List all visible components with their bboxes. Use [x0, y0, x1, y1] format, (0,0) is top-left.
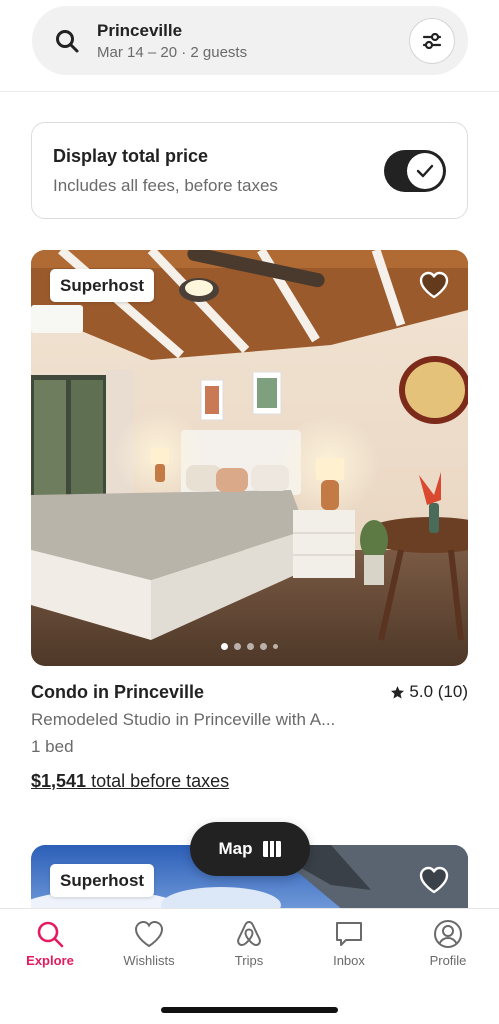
photo-pagination	[31, 643, 468, 650]
wishlist-heart-icon[interactable]	[419, 866, 449, 894]
nav-label: Trips	[234, 953, 264, 968]
price-amount: $1,541	[31, 771, 87, 791]
search-icon	[56, 30, 79, 53]
search-dates-guests: Mar 14 – 20 · 2 guests	[97, 44, 248, 61]
profile-icon	[434, 920, 462, 948]
nav-label: Inbox	[333, 953, 365, 968]
search-icon	[37, 921, 64, 948]
nav-inbox[interactable]: Inbox	[304, 919, 394, 968]
pagination-dot	[247, 643, 254, 650]
toggle-knob	[407, 153, 443, 189]
nav-label: Wishlists	[123, 953, 175, 968]
pagination-dot	[221, 643, 228, 650]
total-price-title: Display total price	[53, 146, 209, 166]
total-price-toggle[interactable]	[384, 150, 446, 192]
search-bar[interactable]: Princeville Mar 14 – 20 · 2 guests	[32, 6, 468, 75]
filter-icon	[422, 33, 442, 49]
pagination-dot	[260, 643, 267, 650]
wishlist-heart-icon[interactable]	[419, 271, 449, 299]
map-icon	[262, 841, 281, 857]
total-price-card: Display total price Includes all fees, b…	[31, 122, 468, 219]
total-price-subtitle: Includes all fees, before taxes	[53, 176, 278, 195]
listing-description: Remodeled Studio in Princeville with A..…	[31, 710, 336, 729]
checkmark-icon	[416, 164, 434, 178]
pagination-dot	[234, 643, 241, 650]
nav-explore[interactable]: Explore	[5, 919, 95, 968]
filters-button[interactable]	[409, 18, 455, 64]
rating-value: 5.0 (10)	[409, 682, 468, 701]
listing-photo-bedroom	[31, 250, 468, 666]
listing-photo[interactable]: Superhost	[31, 250, 468, 666]
nav-trips[interactable]: Trips	[204, 919, 294, 968]
listing-price[interactable]: $1,541 total before taxes	[31, 771, 229, 792]
search-header: Princeville Mar 14 – 20 · 2 guests	[0, 0, 499, 92]
heart-icon	[134, 920, 164, 948]
message-icon	[336, 922, 362, 946]
search-location: Princeville	[97, 21, 183, 40]
listing-rating: 5.0 (10)	[390, 682, 468, 702]
map-button-label: Map	[218, 839, 253, 858]
nav-label: Profile	[429, 953, 467, 968]
superhost-badge: Superhost	[50, 269, 155, 302]
map-button[interactable]: Map	[190, 822, 310, 876]
superhost-badge: Superhost	[50, 864, 155, 897]
search-summary: Princeville Mar 14 – 20 · 2 guests	[97, 20, 247, 63]
pagination-dot	[273, 644, 278, 649]
nav-profile[interactable]: Profile	[403, 919, 493, 968]
star-icon	[391, 685, 405, 698]
airbnb-logo-icon	[237, 921, 261, 946]
price-suffix: total before taxes	[86, 771, 230, 791]
listing-beds: 1 bed	[31, 737, 74, 756]
listing-title[interactable]: Condo in Princeville	[31, 682, 204, 703]
nav-wishlists[interactable]: Wishlists	[104, 919, 194, 968]
nav-label: Explore	[26, 953, 74, 968]
home-indicator[interactable]	[161, 1007, 338, 1013]
